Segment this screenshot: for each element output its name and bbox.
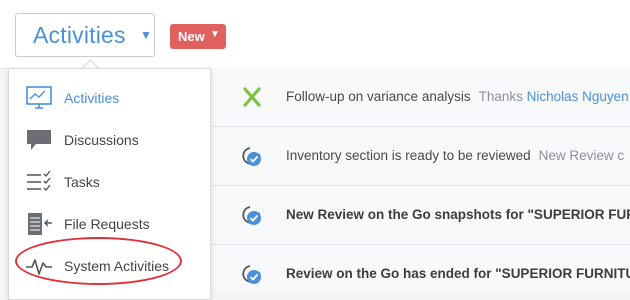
new-button-label: New bbox=[178, 29, 205, 44]
menu-item-label: Activities bbox=[64, 90, 120, 106]
activity-text: Inventory section is ready to be reviewe… bbox=[286, 148, 625, 163]
new-button[interactable]: New ▼ bbox=[170, 24, 226, 49]
menu-item-label: File Requests bbox=[64, 216, 150, 232]
file-request-icon bbox=[28, 213, 52, 235]
menu-item-tasks[interactable]: Tasks bbox=[9, 161, 210, 203]
view-selector-label: Activities bbox=[33, 22, 126, 48]
activity-feed: Follow-up on variance analysis Thanks Nic… bbox=[210, 68, 630, 290]
review-check-icon bbox=[242, 206, 261, 225]
chevron-down-icon: ▼ bbox=[140, 28, 152, 42]
menu-item-label: Tasks bbox=[64, 174, 100, 190]
menu-item-activities[interactable]: Activities bbox=[9, 77, 210, 119]
review-check-icon bbox=[242, 147, 261, 166]
chevron-down-icon: ▼ bbox=[210, 29, 220, 40]
view-dropdown-menu: Activities Discussions Tasks File Reques… bbox=[8, 68, 211, 300]
menu-item-system-activities[interactable]: System Activities bbox=[9, 245, 210, 287]
menu-item-label: Discussions bbox=[64, 132, 139, 148]
activity-row[interactable]: Inventory section is ready to be reviewe… bbox=[210, 127, 630, 186]
menu-item-label: System Activities bbox=[64, 258, 170, 274]
activity-meta: New Review c bbox=[538, 148, 625, 163]
top-bar: Activities ▼ New ▼ bbox=[0, 0, 630, 69]
x-mark-icon bbox=[243, 87, 261, 107]
menu-item-file-requests[interactable]: File Requests bbox=[9, 203, 210, 245]
activity-row[interactable]: Review on the Go has ended for "SUPERIOR… bbox=[210, 245, 630, 290]
menu-item-discussions[interactable]: Discussions bbox=[9, 119, 210, 161]
activities-monitor-icon bbox=[26, 86, 52, 109]
activity-meta: Thanks Nicholas Nguyen bbox=[478, 89, 629, 104]
activity-text: New Review on the Go snapshots for "SUPE… bbox=[286, 207, 630, 222]
view-selector-dropdown[interactable]: Activities ▼ bbox=[15, 13, 155, 57]
activity-text: Follow-up on variance analysis Thanks Nic… bbox=[286, 89, 629, 104]
review-check-icon bbox=[242, 265, 261, 284]
checklist-icon bbox=[27, 170, 51, 192]
user-link[interactable]: Nicholas Nguyen bbox=[527, 89, 629, 104]
activity-text: Review on the Go has ended for "SUPERIOR… bbox=[286, 266, 630, 281]
speech-bubble-icon bbox=[27, 130, 51, 150]
activity-row[interactable]: New Review on the Go snapshots for "SUPE… bbox=[210, 186, 630, 245]
pulse-icon bbox=[26, 259, 52, 275]
activity-row[interactable]: Follow-up on variance analysis Thanks Nic… bbox=[210, 68, 630, 127]
